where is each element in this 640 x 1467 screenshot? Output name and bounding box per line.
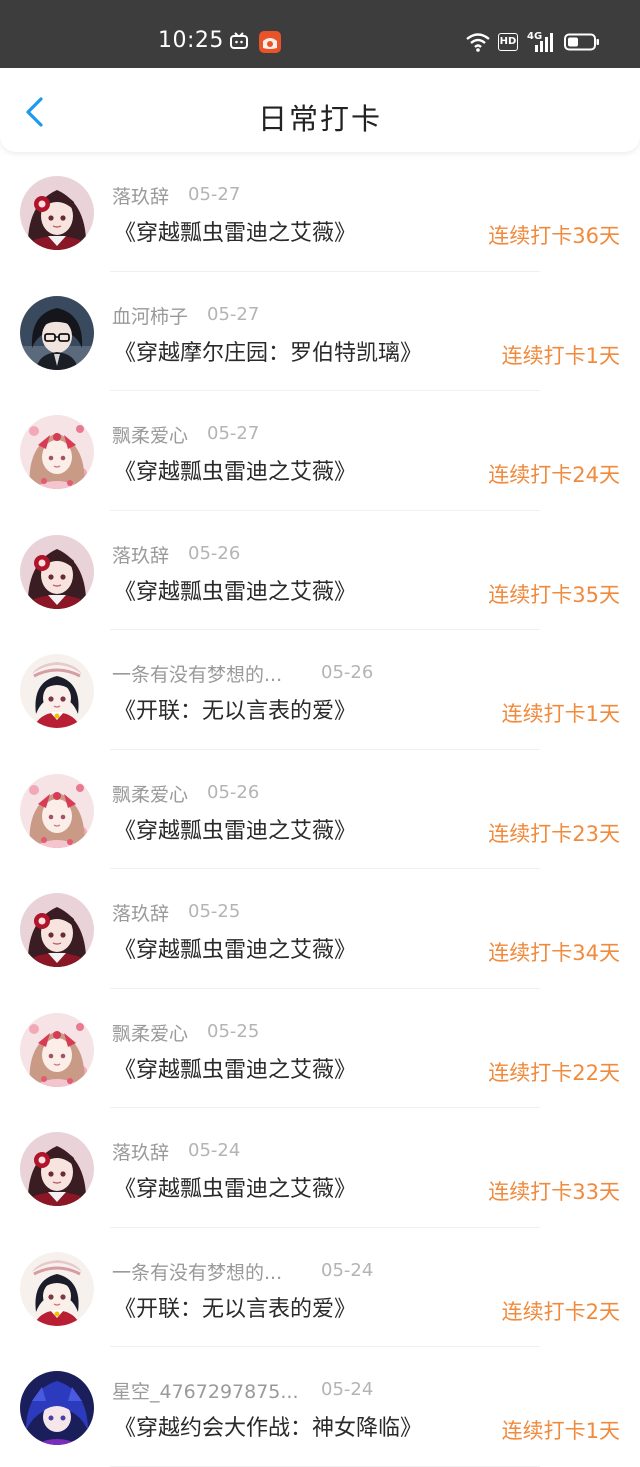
checkin-row-2[interactable]: 血河柿子 05-27 《穿越摩尔庄园：罗伯特凯璃》 连续打卡1天 xyxy=(0,272,640,392)
avatar[interactable] xyxy=(20,1012,94,1087)
signal-icon xyxy=(535,33,553,52)
user-name[interactable]: 落玖辞 xyxy=(112,899,169,926)
avatar[interactable] xyxy=(20,654,94,728)
avatar-image xyxy=(20,176,94,250)
checkin-date: 05-24 xyxy=(321,1259,374,1281)
checkin-row-10[interactable]: 一条有没有梦想的... 05-24 《开联：无以言表的爱》 连续打卡2天 xyxy=(0,1228,640,1348)
avatar[interactable] xyxy=(20,893,94,967)
checkin-date: 05-24 xyxy=(188,1140,241,1161)
avatar-image xyxy=(20,1251,94,1326)
avatar-image xyxy=(20,654,94,728)
checkin-date: 05-24 xyxy=(321,1379,374,1400)
book-title[interactable]: 《开联：无以言表的爱》 xyxy=(114,1291,356,1323)
user-name[interactable]: 落玖辞 xyxy=(112,1138,169,1165)
avatar-image xyxy=(20,534,94,609)
user-name[interactable]: 飘柔爱心 xyxy=(112,780,188,807)
hd-badge: HD xyxy=(498,33,518,51)
streak-label: 连续打卡23天 xyxy=(488,821,620,846)
avatar-image xyxy=(20,773,94,848)
battery-icon xyxy=(564,33,599,51)
checkin-row-11[interactable]: 星空_4767297875... 05-24 《穿越约会大作战：神女降临》 连续… xyxy=(0,1347,640,1467)
checkin-row-3[interactable]: 飘柔爱心 05-27 《穿越瓢虫雷迪之艾薇》 连续打卡24天 xyxy=(0,391,640,511)
user-name[interactable]: 一条有没有梦想的... xyxy=(112,660,282,687)
book-title[interactable]: 《穿越摩尔庄园：罗伯特凯璃》 xyxy=(114,335,422,367)
checkin-date: 05-25 xyxy=(207,1020,260,1042)
avatar[interactable] xyxy=(20,1371,94,1445)
streak-label: 连续打卡2天 xyxy=(501,1299,620,1324)
user-name[interactable]: 落玖辞 xyxy=(112,541,169,568)
checkin-date: 05-26 xyxy=(321,662,374,683)
checkin-list: 落玖辞 05-27 《穿越瓢虫雷迪之艾薇》 连续打卡36天 血河柿子 05-27… xyxy=(0,152,640,1467)
header: 日常打卡 xyxy=(0,68,640,152)
checkin-date: 05-27 xyxy=(207,423,260,444)
avatar-image xyxy=(20,893,94,967)
avatar[interactable] xyxy=(20,1132,94,1206)
avatar-image xyxy=(20,415,94,489)
app-icon xyxy=(259,31,281,53)
book-title[interactable]: 《穿越瓢虫雷迪之艾薇》 xyxy=(114,454,356,486)
checkin-date: 05-27 xyxy=(207,303,260,325)
checkin-date: 05-25 xyxy=(188,901,241,922)
user-name[interactable]: 飘柔爱心 xyxy=(112,1019,188,1046)
avatar[interactable] xyxy=(20,1251,94,1326)
status-bar: 10:25 HD 4G xyxy=(0,0,640,68)
checkin-row-7[interactable]: 落玖辞 05-25 《穿越瓢虫雷迪之艾薇》 连续打卡34天 xyxy=(0,869,640,989)
streak-label: 连续打卡1天 xyxy=(501,702,620,726)
streak-label: 连续打卡24天 xyxy=(488,463,620,487)
streak-label: 连续打卡22天 xyxy=(488,1060,620,1085)
book-title[interactable]: 《穿越瓢虫雷迪之艾薇》 xyxy=(114,1052,356,1084)
streak-label: 连续打卡33天 xyxy=(488,1180,620,1204)
book-title[interactable]: 《穿越瓢虫雷迪之艾薇》 xyxy=(114,932,356,964)
avatar[interactable] xyxy=(20,534,94,609)
avatar[interactable] xyxy=(20,773,94,848)
checkin-date: 05-26 xyxy=(188,542,241,564)
user-name[interactable]: 落玖辞 xyxy=(112,182,169,209)
user-name[interactable]: 血河柿子 xyxy=(112,302,188,329)
wifi-icon xyxy=(466,33,490,52)
avatar-image xyxy=(20,1012,94,1087)
avatar[interactable] xyxy=(20,176,94,250)
checkin-row-1[interactable]: 落玖辞 05-27 《穿越瓢虫雷迪之艾薇》 连续打卡36天 xyxy=(0,152,640,272)
checkin-date: 05-27 xyxy=(188,184,241,205)
book-title[interactable]: 《穿越瓢虫雷迪之艾薇》 xyxy=(114,813,356,845)
checkin-row-8[interactable]: 飘柔爱心 05-25 《穿越瓢虫雷迪之艾薇》 连续打卡22天 xyxy=(0,989,640,1109)
user-name[interactable]: 飘柔爱心 xyxy=(112,421,188,448)
avatar[interactable] xyxy=(20,415,94,489)
status-time: 10:25 xyxy=(158,28,224,53)
avatar[interactable] xyxy=(20,295,94,370)
streak-label: 连续打卡34天 xyxy=(488,941,620,965)
checkin-row-6[interactable]: 飘柔爱心 05-26 《穿越瓢虫雷迪之艾薇》 连续打卡23天 xyxy=(0,750,640,870)
book-title[interactable]: 《穿越约会大作战：神女降临》 xyxy=(114,1410,422,1442)
streak-label: 连续打卡1天 xyxy=(501,343,620,368)
book-title[interactable]: 《穿越瓢虫雷迪之艾薇》 xyxy=(114,1171,356,1203)
book-title[interactable]: 《穿越瓢虫雷迪之艾薇》 xyxy=(114,574,356,606)
checkin-date: 05-26 xyxy=(207,781,260,803)
avatar-image xyxy=(20,1132,94,1206)
streak-label: 连续打卡35天 xyxy=(488,582,620,607)
streak-label: 连续打卡1天 xyxy=(501,1419,620,1443)
user-name[interactable]: 一条有没有梦想的... xyxy=(112,1258,282,1285)
checkin-row-9[interactable]: 落玖辞 05-24 《穿越瓢虫雷迪之艾薇》 连续打卡33天 xyxy=(0,1108,640,1228)
book-title[interactable]: 《开联：无以言表的爱》 xyxy=(114,693,356,725)
page-title: 日常打卡 xyxy=(257,102,382,136)
checkin-row-5[interactable]: 一条有没有梦想的... 05-26 《开联：无以言表的爱》 连续打卡1天 xyxy=(0,630,640,750)
tv-icon xyxy=(230,32,248,49)
streak-label: 连续打卡36天 xyxy=(488,224,620,248)
book-title[interactable]: 《穿越瓢虫雷迪之艾薇》 xyxy=(114,215,356,247)
avatar-image xyxy=(20,295,94,370)
user-name[interactable]: 星空_4767297875... xyxy=(112,1377,299,1404)
avatar-image xyxy=(20,1371,94,1445)
checkin-row-4[interactable]: 落玖辞 05-26 《穿越瓢虫雷迪之艾薇》 连续打卡35天 xyxy=(0,511,640,631)
